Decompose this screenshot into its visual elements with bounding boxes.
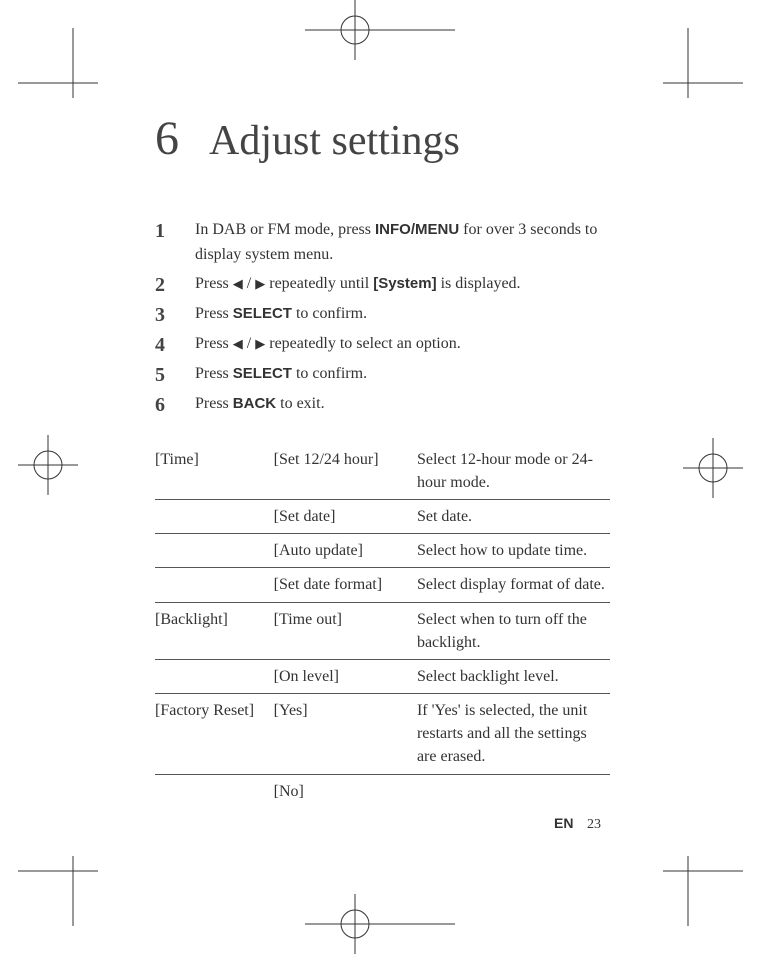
table-row: [Set date]Set date. xyxy=(155,499,610,533)
table-row: [On level]Select backlight level. xyxy=(155,659,610,693)
table-cell-description: Select when to turn off the backlight. xyxy=(417,602,610,659)
table-row: [No] xyxy=(155,774,610,808)
step-bold-term: SELECT xyxy=(233,305,292,322)
table-cell-category: [Factory Reset] xyxy=(155,694,274,775)
footer-page-number: 23 xyxy=(587,817,601,832)
right-arrow-icon: ▶ xyxy=(255,276,265,291)
step-number: 6 xyxy=(155,392,195,418)
registration-mark-top xyxy=(305,0,455,60)
table-cell-category: [Time] xyxy=(155,443,274,500)
step-number: 2 xyxy=(155,272,195,298)
step-row: 5Press SELECT to confirm. xyxy=(155,362,610,388)
table-cell-option: [Auto update] xyxy=(274,534,417,568)
right-arrow-icon: ▶ xyxy=(255,336,265,351)
crop-mark-top-left xyxy=(18,28,98,98)
table-cell-category xyxy=(155,774,274,808)
table-cell-description xyxy=(417,774,610,808)
step-text: Press ◀ / ▶ repeatedly to select an opti… xyxy=(195,332,610,357)
step-bold-term: BACK xyxy=(233,395,276,412)
table-cell-description: Select display format of date. xyxy=(417,568,610,602)
table-cell-option: [Set date] xyxy=(274,499,417,533)
crop-mark-bottom-right xyxy=(663,856,743,926)
table-cell-description: Set date. xyxy=(417,499,610,533)
table-cell-option: [Time out] xyxy=(274,602,417,659)
page-content: 6 Adjust settings 1In DAB or FM mode, pr… xyxy=(155,115,610,808)
table-cell-category xyxy=(155,534,274,568)
table-row: [Factory Reset][Yes]If 'Yes' is selected… xyxy=(155,694,610,775)
step-number: 4 xyxy=(155,332,195,358)
step-row: 2Press ◀ / ▶ repeatedly until [System] i… xyxy=(155,272,610,298)
table-cell-option: [No] xyxy=(274,774,417,808)
steps-list: 1In DAB or FM mode, press INFO/MENU for … xyxy=(155,218,610,418)
step-text: Press SELECT to confirm. xyxy=(195,302,610,327)
footer-language: EN xyxy=(554,815,573,831)
chapter-number: 6 xyxy=(155,115,179,163)
step-number: 5 xyxy=(155,362,195,388)
left-arrow-icon: ◀ xyxy=(233,336,243,351)
step-number: 3 xyxy=(155,302,195,328)
table-cell-category xyxy=(155,659,274,693)
step-bold-term: [System] xyxy=(373,275,436,292)
crop-mark-top-right xyxy=(663,28,743,98)
table-cell-option: [On level] xyxy=(274,659,417,693)
crop-mark-bottom-left xyxy=(18,856,98,926)
step-number: 1 xyxy=(155,218,195,244)
settings-table: [Time][Set 12/24 hour]Select 12-hour mod… xyxy=(155,443,610,808)
registration-mark-right xyxy=(683,438,743,498)
chapter-heading: 6 Adjust settings xyxy=(155,115,610,163)
table-cell-category: [Backlight] xyxy=(155,602,274,659)
table-cell-option: [Set date format] xyxy=(274,568,417,602)
table-row: [Backlight][Time out]Select when to turn… xyxy=(155,602,610,659)
step-bold-term: SELECT xyxy=(233,365,292,382)
registration-mark-left xyxy=(18,435,78,495)
page-footer: EN 23 xyxy=(554,815,601,833)
table-row: [Time][Set 12/24 hour]Select 12-hour mod… xyxy=(155,443,610,500)
step-row: 4Press ◀ / ▶ repeatedly to select an opt… xyxy=(155,332,610,358)
step-text: Press ◀ / ▶ repeatedly until [System] is… xyxy=(195,272,610,297)
step-row: 6Press BACK to exit. xyxy=(155,392,610,418)
step-text: In DAB or FM mode, press INFO/MENU for o… xyxy=(195,218,610,268)
table-cell-description: Select backlight level. xyxy=(417,659,610,693)
table-cell-description: Select 12-hour mode or 24-hour mode. xyxy=(417,443,610,500)
step-text: Press SELECT to confirm. xyxy=(195,362,610,387)
step-bold-term: INFO/MENU xyxy=(375,221,459,238)
table-row: [Set date format]Select display format o… xyxy=(155,568,610,602)
table-cell-description: If 'Yes' is selected, the unit restarts … xyxy=(417,694,610,775)
table-cell-category xyxy=(155,568,274,602)
step-row: 1In DAB or FM mode, press INFO/MENU for … xyxy=(155,218,610,268)
table-cell-option: [Yes] xyxy=(274,694,417,775)
table-cell-description: Select how to update time. xyxy=(417,534,610,568)
step-text: Press BACK to exit. xyxy=(195,392,610,417)
table-cell-category xyxy=(155,499,274,533)
table-cell-option: [Set 12/24 hour] xyxy=(274,443,417,500)
step-row: 3Press SELECT to confirm. xyxy=(155,302,610,328)
chapter-title: Adjust settings xyxy=(209,120,460,162)
table-row: [Auto update]Select how to update time. xyxy=(155,534,610,568)
left-arrow-icon: ◀ xyxy=(233,276,243,291)
registration-mark-bottom xyxy=(305,894,455,954)
